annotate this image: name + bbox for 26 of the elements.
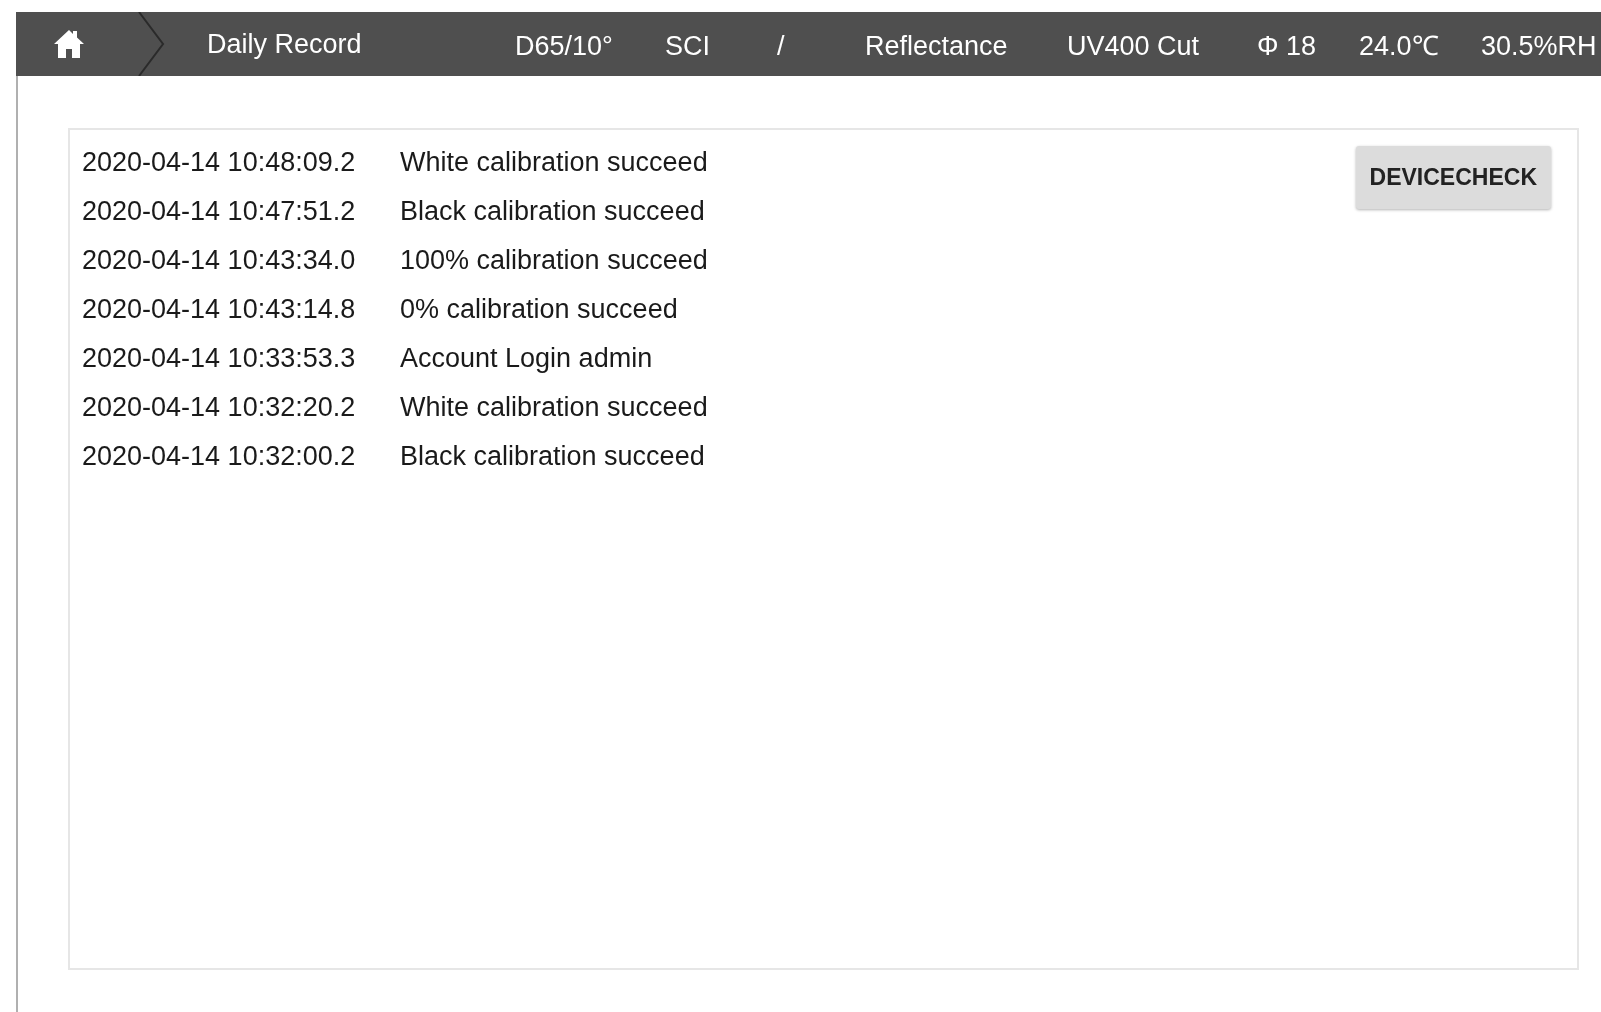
log-message: White calibration succeed [400,392,708,423]
log-message: Black calibration succeed [400,441,705,472]
status-label: D65/10° [515,30,614,62]
page-title: Daily Record [207,28,363,60]
log-message: Account Login admin [400,343,653,374]
home-icon [52,28,86,60]
log-message: 0% calibration succeed [400,294,678,325]
log-message: 100% calibration succeed [400,245,708,276]
log-time: 2020-04-14 10:32:00.2 [82,441,357,472]
status-label: / [777,30,786,62]
status-label: UV400 Cut [1067,30,1201,62]
status-label: Reflectance [865,30,1009,62]
log-time: 2020-04-14 10:47:51.2 [82,196,357,227]
devicecheck-button[interactable]: DEVICECHECK [1355,146,1551,209]
log-time: 2020-04-14 10:43:34.0 [82,245,357,276]
chevron-icon [137,12,166,76]
log-time: 2020-04-14 10:43:14.8 [82,294,357,325]
log-time: 2020-04-14 10:32:20.2 [82,392,357,423]
status-label: SCI [665,30,711,62]
log-message: White calibration succeed [400,147,708,178]
status-label: 30.5%RH [1481,30,1598,62]
log-message: Black calibration succeed [400,196,705,227]
log-time: 2020-04-14 10:33:53.3 [82,343,357,374]
status-label: 24.0℃ [1359,29,1440,63]
status-label: Φ 18 [1257,30,1318,62]
log-time: 2020-04-14 10:48:09.2 [82,147,357,178]
